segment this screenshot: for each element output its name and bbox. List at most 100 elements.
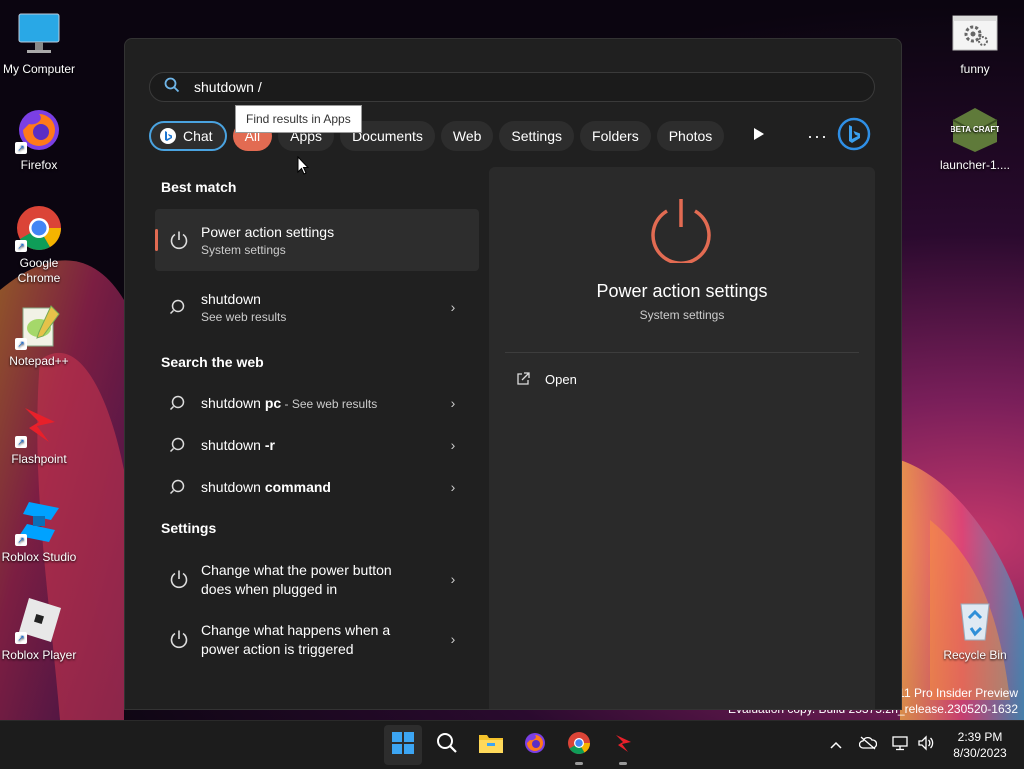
power-icon bbox=[169, 569, 189, 589]
filter-chip-label: Documents bbox=[352, 128, 423, 144]
bing-chat-button[interactable] bbox=[837, 117, 871, 151]
clock-time: 2:39 PM bbox=[957, 730, 1003, 744]
clock[interactable]: 2:39 PM 8/30/2023 bbox=[944, 729, 1016, 761]
volume-icon bbox=[917, 734, 935, 756]
filter-chip-photos[interactable]: Photos bbox=[656, 121, 725, 151]
detail-pane: Power action settings System settings Op… bbox=[489, 167, 875, 709]
filter-chip-label: Photos bbox=[668, 128, 713, 144]
taskbar: 2:39 PM 8/30/2023 bbox=[0, 720, 1024, 769]
search-icon bbox=[169, 297, 189, 317]
search-icon bbox=[169, 477, 189, 497]
shortcut-arrow-icon: ↗ bbox=[15, 338, 27, 350]
web-result-suffix: - See web results bbox=[281, 397, 378, 411]
firefox-icon bbox=[523, 731, 547, 760]
best-match-result[interactable]: Power action settings System settings bbox=[155, 209, 479, 271]
filter-chip-settings[interactable]: Settings bbox=[499, 121, 575, 151]
bing-icon bbox=[159, 127, 177, 145]
settings-result-power-action[interactable]: Change what happens when a power action … bbox=[155, 615, 479, 663]
result-subtitle: See web results bbox=[201, 309, 287, 324]
roblox-player-icon: ↗ bbox=[15, 596, 63, 644]
desktop-icon-roblox-player[interactable]: ↗ Roblox Player bbox=[0, 596, 79, 662]
settings-result-power-button[interactable]: Change what the power button does when p… bbox=[155, 555, 479, 603]
taskbar-file-explorer[interactable] bbox=[475, 729, 507, 761]
desktop-icon-label: Google Chrome bbox=[17, 256, 61, 285]
cloud-offline-icon bbox=[858, 736, 878, 755]
web-suggestion-result[interactable]: shutdown See web results › bbox=[155, 281, 479, 333]
chevron-right-icon: › bbox=[450, 299, 456, 315]
volume-tray-button[interactable] bbox=[912, 729, 940, 761]
taskbar-chrome[interactable] bbox=[563, 729, 595, 765]
onedrive-tray-button[interactable] bbox=[854, 729, 882, 761]
open-external-icon bbox=[515, 371, 531, 387]
search-icon bbox=[164, 77, 180, 98]
shortcut-arrow-icon: ↗ bbox=[15, 632, 27, 644]
desktop-icon-label: launcher-1.... bbox=[939, 158, 1011, 172]
desktop-icon-launcher[interactable]: BETA CRAFT launcher-1.... bbox=[935, 106, 1015, 172]
settings-result-line1: Change what the power button bbox=[201, 561, 392, 578]
desktop-icon-google-chrome[interactable]: ↗ Google Chrome bbox=[0, 204, 79, 286]
betacraft-tile-text: BETA CRAFT bbox=[951, 125, 999, 134]
filter-chip-label: Chat bbox=[183, 128, 213, 144]
mouse-cursor-icon bbox=[297, 155, 310, 181]
ellipsis-icon: ··· bbox=[807, 125, 828, 146]
bing-icon bbox=[837, 117, 871, 156]
desktop-icon-funny[interactable]: funny bbox=[935, 10, 1015, 76]
recycle-bin-icon bbox=[951, 596, 999, 644]
detail-subtitle: System settings bbox=[639, 308, 725, 322]
network-icon bbox=[891, 735, 909, 756]
desktop-icon-firefox[interactable]: ↗ Firefox bbox=[0, 106, 79, 172]
shortcut-arrow-icon: ↗ bbox=[15, 240, 27, 252]
show-hidden-icons-button[interactable] bbox=[822, 729, 850, 761]
desktop-icon-flashpoint[interactable]: ↗ Flashpoint bbox=[0, 400, 79, 466]
network-tray-button[interactable] bbox=[886, 729, 914, 761]
web-result-shutdown-r[interactable]: shutdown -r › bbox=[155, 431, 479, 459]
web-result-shutdown-command[interactable]: shutdown command › bbox=[155, 473, 479, 501]
web-result-bold: -r bbox=[264, 437, 275, 453]
settings-result-line2: does when plugged in bbox=[201, 580, 338, 597]
web-result-prefix: shutdown bbox=[201, 395, 265, 411]
web-result-shutdown-pc[interactable]: shutdown pc - See web results › bbox=[155, 389, 479, 417]
running-indicator bbox=[619, 762, 627, 765]
search-icon bbox=[169, 393, 189, 413]
filter-chip-web[interactable]: Web bbox=[440, 121, 494, 151]
shortcut-arrow-icon: ↗ bbox=[15, 534, 27, 546]
betacraft-icon: BETA CRAFT bbox=[950, 106, 1000, 154]
desktop-icon-notepad-plus-plus[interactable]: ↗ Notepad++ bbox=[0, 302, 79, 368]
web-result-prefix: shutdown bbox=[201, 479, 265, 495]
more-options-button[interactable]: ··· bbox=[807, 121, 828, 151]
start-button[interactable] bbox=[384, 725, 422, 765]
search-input[interactable] bbox=[192, 78, 796, 96]
detail-divider bbox=[505, 352, 859, 353]
chevron-right-icon: › bbox=[450, 571, 456, 587]
search-box[interactable] bbox=[149, 72, 875, 102]
web-result-bold: command bbox=[264, 479, 331, 495]
filter-chip-folders[interactable]: Folders bbox=[580, 121, 651, 151]
open-button[interactable]: Open bbox=[515, 371, 577, 387]
settings-heading: Settings bbox=[161, 520, 217, 536]
desktop-icon-label: Notepad++ bbox=[9, 354, 69, 368]
chevron-right-icon: › bbox=[450, 631, 456, 647]
search-icon bbox=[169, 435, 189, 455]
desktop-icon-recycle-bin[interactable]: Recycle Bin bbox=[935, 596, 1015, 662]
selection-indicator bbox=[155, 229, 158, 251]
flashpoint-icon bbox=[611, 731, 635, 760]
more-filters-play-button[interactable] bbox=[753, 121, 765, 151]
desktop-icon-label: Firefox bbox=[20, 158, 58, 172]
roblox-studio-icon: ↗ bbox=[15, 498, 63, 546]
taskbar-firefox[interactable] bbox=[519, 729, 551, 761]
chevron-right-icon: › bbox=[450, 479, 456, 495]
running-indicator bbox=[575, 762, 583, 765]
result-subtitle: System settings bbox=[201, 242, 286, 257]
settings-result-line1: Change what happens when a bbox=[201, 621, 391, 638]
power-icon bbox=[169, 230, 189, 250]
taskbar-flashpoint[interactable] bbox=[607, 729, 639, 765]
taskbar-search-button[interactable] bbox=[431, 729, 463, 761]
flashpoint-icon: ↗ bbox=[15, 400, 63, 448]
filter-chip-chat[interactable]: Chat bbox=[149, 121, 227, 151]
desktop-icon-my-computer[interactable]: My Computer bbox=[0, 10, 79, 76]
filter-chip-label: Web bbox=[452, 128, 482, 144]
monitor-icon bbox=[15, 10, 63, 58]
desktop-icon-roblox-studio[interactable]: ↗ Roblox Studio bbox=[0, 498, 79, 564]
desktop-icon-label: Roblox Player bbox=[1, 648, 77, 662]
settings-result-line2: power action is triggered bbox=[201, 640, 354, 657]
